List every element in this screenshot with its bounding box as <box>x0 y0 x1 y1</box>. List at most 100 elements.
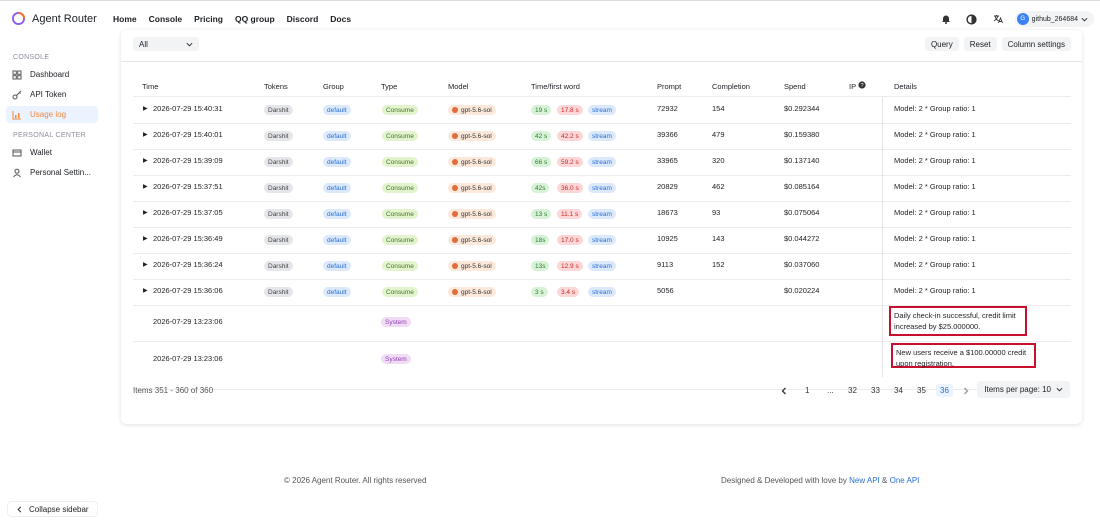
next-page-icon[interactable] <box>962 387 970 395</box>
items-per-page-select[interactable]: Items per page: 10 <box>977 381 1070 398</box>
theme-toggle-icon[interactable] <box>963 10 981 28</box>
expand-row-caret[interactable]: ▶ <box>143 131 148 138</box>
column-header-prompt[interactable]: Prompt <box>657 82 681 91</box>
row-completion: 154 <box>712 104 725 113</box>
model-name: gpt-5.6-sol <box>461 106 492 114</box>
row-details: Model: 2 * Group ratio: 1 <box>894 156 976 165</box>
row-time: 2026-07-29 15:40:31 <box>153 104 223 113</box>
nav-console[interactable]: Console <box>149 14 183 24</box>
toolbar-divider <box>121 61 1082 62</box>
column-header-group[interactable]: Group <box>323 82 344 91</box>
type-badge: Consume <box>382 287 418 297</box>
sidebar-item-usage-log[interactable]: Usage log <box>6 106 98 123</box>
sidebar-item-api-token[interactable]: API Token <box>6 86 98 103</box>
language-icon[interactable] <box>989 10 1007 28</box>
expand-row-caret[interactable]: ▶ <box>143 183 148 190</box>
token-badge: Darshit <box>264 287 293 297</box>
model-name: gpt-5.6-sol <box>461 132 492 140</box>
footer-link-new-api[interactable]: New API <box>849 476 880 485</box>
page-ellipsis[interactable]: ... <box>827 386 834 395</box>
page-33[interactable]: 33 <box>871 386 880 395</box>
row-divider <box>133 227 1071 228</box>
sidebar-item-personal-settings[interactable]: Personal Settin... <box>6 164 98 181</box>
sidebar-item-wallet[interactable]: Wallet <box>6 144 98 161</box>
row-time: 2026-07-29 15:36:49 <box>153 234 223 243</box>
sidebar-item-label: Dashboard <box>30 70 70 79</box>
reset-button[interactable]: Reset <box>963 37 997 51</box>
total-time-badge: 19 s <box>531 105 552 115</box>
expand-row-caret[interactable]: ▶ <box>143 235 148 242</box>
column-header-type[interactable]: Type <box>381 82 397 91</box>
model-badge: gpt-5.6-sol <box>448 261 496 271</box>
bell-icon[interactable] <box>937 10 955 28</box>
page-32[interactable]: 32 <box>848 386 857 395</box>
group-badge: default <box>323 157 351 167</box>
model-name: gpt-5.6-sol <box>461 184 492 192</box>
row-divider <box>133 341 1071 342</box>
first-word-time-badge: 59.2 s <box>557 157 583 167</box>
footer-link-one-api[interactable]: One API <box>890 476 920 485</box>
chevron-down-icon <box>186 42 193 47</box>
column-header-details[interactable]: Details <box>894 82 917 91</box>
details-column-divider <box>882 97 883 377</box>
expand-row-caret[interactable]: ▶ <box>143 105 148 112</box>
sidebar-section-personal: PERSONAL CENTER <box>13 132 87 139</box>
nav-home[interactable]: Home <box>113 14 137 24</box>
column-header-tokens[interactable]: Tokens <box>264 82 288 91</box>
chevron-down-icon <box>1081 17 1088 22</box>
help-icon[interactable]: ? <box>858 81 866 89</box>
items-per-page-label: Items per page: 10 <box>984 385 1051 394</box>
column-header-model[interactable]: Model <box>448 82 468 91</box>
sidebar-item-dashboard[interactable]: Dashboard <box>6 66 98 83</box>
expand-row-caret[interactable]: ▶ <box>143 157 148 164</box>
page-36-current[interactable]: 36 <box>936 384 953 397</box>
expand-row-caret[interactable]: ▶ <box>143 287 148 294</box>
row-time: 2026-07-29 15:37:05 <box>153 208 223 217</box>
user-menu[interactable]: G github_264684 <box>1014 11 1094 27</box>
type-badge: Consume <box>382 261 418 271</box>
first-word-time-badge: 12.9 s <box>557 261 583 271</box>
row-completion: 143 <box>712 234 725 243</box>
token-badge: Darshit <box>264 209 293 219</box>
row-prompt: 10925 <box>657 234 678 243</box>
type-filter-value: All <box>139 39 148 49</box>
nav-docs[interactable]: Docs <box>330 14 351 24</box>
first-word-time-badge: 17.8 s <box>557 105 583 115</box>
nav-qq-group[interactable]: QQ group <box>235 14 275 24</box>
column-header-time-first-word[interactable]: Time/first word <box>531 82 580 91</box>
column-header-completion[interactable]: Completion <box>712 82 750 91</box>
total-time-badge: 42s <box>531 183 550 193</box>
sidebar-item-label: Wallet <box>30 148 52 157</box>
row-spend: $0.020224 <box>784 286 820 295</box>
nav-discord[interactable]: Discord <box>287 14 319 24</box>
model-name: gpt-5.6-sol <box>461 288 492 296</box>
query-button[interactable]: Query <box>924 37 959 51</box>
column-header-spend[interactable]: Spend <box>784 82 806 91</box>
collapse-sidebar-button[interactable]: Collapse sidebar <box>7 501 98 517</box>
page-34[interactable]: 34 <box>894 386 903 395</box>
sidebar-section-console: CONSOLE <box>13 54 50 61</box>
expand-row-caret[interactable]: ▶ <box>143 209 148 216</box>
expand-row-caret[interactable]: ▶ <box>143 261 148 268</box>
type-filter-select[interactable]: All <box>133 37 199 51</box>
column-header-time[interactable]: Time <box>142 82 158 91</box>
model-badge: gpt-5.6-sol <box>448 209 496 219</box>
model-icon <box>452 289 458 295</box>
prev-page-icon[interactable] <box>780 387 788 395</box>
group-badge: default <box>323 235 351 245</box>
model-badge: gpt-5.6-sol <box>448 157 496 167</box>
highlighted-details: New users receive a $100.00000 credit up… <box>891 343 1036 368</box>
brand-name[interactable]: Agent Router <box>32 13 97 25</box>
sidebar-item-label: Personal Settin... <box>30 168 91 177</box>
agent-router-logo-icon[interactable] <box>12 12 25 25</box>
page-35[interactable]: 35 <box>917 386 926 395</box>
column-settings-button[interactable]: Column settings <box>1001 37 1071 51</box>
row-details: Model: 2 * Group ratio: 1 <box>894 286 976 295</box>
total-time-badge: 13 s <box>531 209 552 219</box>
total-time-badge: 13s <box>531 261 550 271</box>
nav-pricing[interactable]: Pricing <box>194 14 223 24</box>
stream-badge: stream <box>588 131 616 141</box>
stream-badge: stream <box>588 235 616 245</box>
page-1[interactable]: 1 <box>805 386 809 395</box>
column-header-ip[interactable]: IP ? <box>849 81 866 91</box>
